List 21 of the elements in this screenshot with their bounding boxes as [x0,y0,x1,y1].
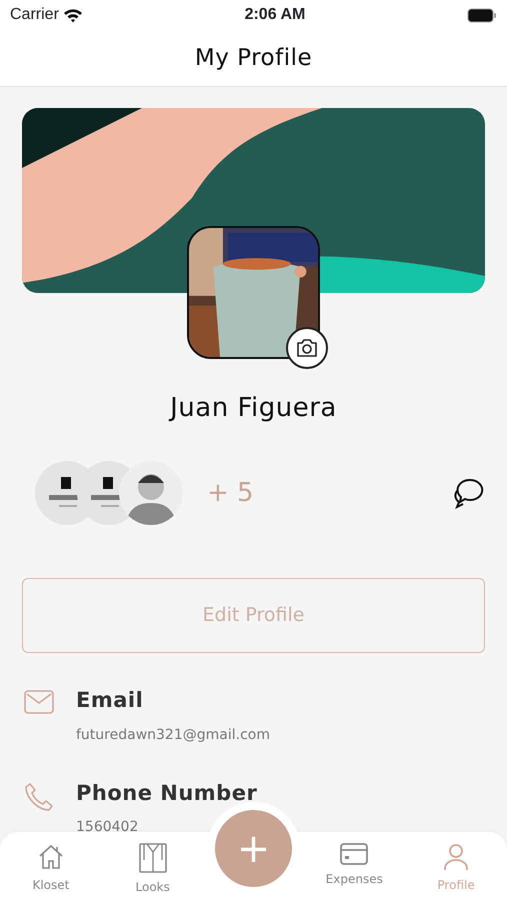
card-icon [339,842,370,866]
time-text: 2:06 AM [244,5,306,25]
email-icon [24,690,54,714]
page-title: My Profile [194,44,312,73]
email-label: Email [76,687,144,714]
person-icon [442,842,470,872]
camera-icon [296,339,318,357]
carrier-text: Carrier [10,5,59,25]
email-value: futuredawn321@gmail.com [76,726,270,744]
tab-item[interactable]: Profile [405,832,507,900]
tab-item[interactable]: Expenses [303,832,406,900]
add-button[interactable]: + [215,810,292,887]
profile-name: Juan Figuera [168,392,338,425]
shirt-icon [138,842,168,874]
phone-label: Phone Number [76,780,258,806]
more-count: + 5 [207,476,254,510]
camera-button[interactable] [286,327,328,369]
edit-profile-button[interactable]: Edit Profile [22,578,485,653]
phone-icon [24,782,54,812]
wifi-icon [62,8,83,22]
battery-icon [467,8,497,22]
